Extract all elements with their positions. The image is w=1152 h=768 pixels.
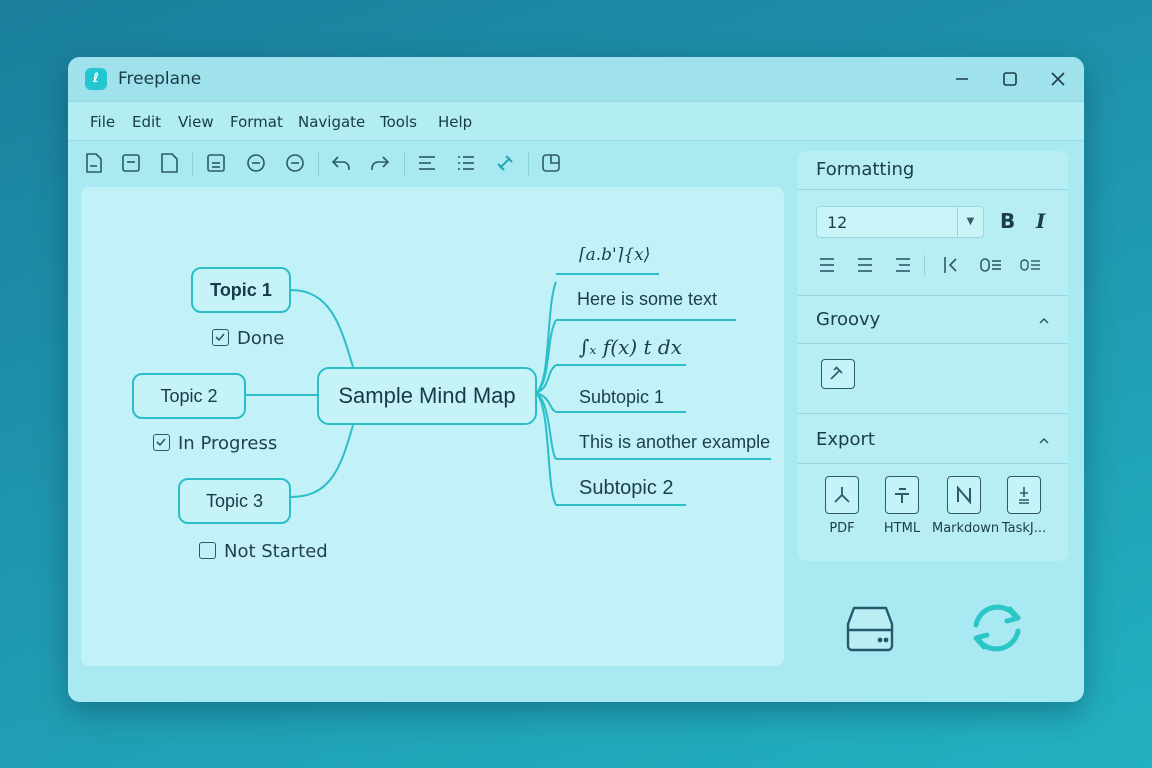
formatting-title: Formatting [816, 159, 915, 180]
formula-node[interactable]: ⌈a.b'⌉{x⟩ [579, 245, 650, 265]
status-not-started: Not Started [199, 541, 328, 562]
minimize-button[interactable] [948, 65, 976, 93]
open-file-icon[interactable] [118, 150, 144, 176]
topic-label: Topic 3 [205, 491, 264, 511]
menu-help[interactable]: Help [438, 113, 472, 131]
export-page-icon[interactable] [538, 150, 564, 176]
topic-node-3[interactable]: Topic 3 [178, 478, 291, 524]
export-label: HTML [883, 521, 921, 536]
groovy-script-button[interactable] [821, 359, 855, 389]
status-done: Done [212, 328, 284, 349]
menu-navigate[interactable]: Navigate [298, 113, 365, 131]
export-markdown-button[interactable]: Markdown [932, 476, 1000, 536]
bold-button[interactable]: B [1000, 209, 1015, 233]
topic-label: Topic 1 [210, 280, 272, 300]
redo-icon[interactable] [367, 150, 393, 176]
subtopic-node-1[interactable]: Subtopic 1 [579, 387, 664, 408]
italic-button[interactable]: I [1036, 209, 1045, 233]
menu-bar: File Edit View Format Navigate Tools Hel… [68, 101, 1084, 141]
window-title: Freeplane [118, 69, 202, 89]
close-button[interactable] [1044, 65, 1072, 93]
menu-tools[interactable]: Tools [380, 113, 417, 131]
mind-map-canvas[interactable]: Sample Mind Map Topic 1 Done Topic 2 In … [81, 187, 784, 666]
undo-icon[interactable] [328, 150, 354, 176]
chevron-up-icon[interactable] [1036, 433, 1052, 449]
menu-edit[interactable]: Edit [132, 113, 161, 131]
storage-drive-icon[interactable] [840, 602, 900, 656]
new-file-icon[interactable] [81, 150, 107, 176]
export-label: Markdown [932, 521, 1000, 536]
align-left-icon[interactable] [814, 252, 840, 278]
title-bar: ℓ Freeplane [68, 57, 1084, 101]
menu-file[interactable]: File [90, 113, 115, 131]
export-taskjuggler-button[interactable]: TaskJ... [992, 476, 1056, 536]
script-icon [830, 366, 843, 380]
central-node[interactable]: Sample Mind Map [317, 367, 537, 425]
markdown-icon [947, 476, 981, 514]
align-right-icon[interactable] [890, 252, 916, 278]
chevron-down-icon[interactable]: ▼ [957, 207, 983, 237]
checkbox-checked-icon[interactable] [153, 434, 170, 451]
export-html-button[interactable]: HTML [870, 476, 934, 536]
export-label: TaskJ... [1001, 521, 1047, 536]
menu-view[interactable]: View [178, 113, 214, 131]
taskjuggler-icon [1007, 476, 1041, 514]
align-icon[interactable] [414, 150, 440, 176]
topic-label: Topic 2 [160, 386, 218, 406]
toolbar [68, 142, 798, 184]
outdent-icon[interactable] [938, 252, 964, 278]
groovy-title: Groovy [816, 309, 881, 330]
insert-node-icon[interactable] [203, 150, 229, 176]
checkbox-empty-icon[interactable] [199, 542, 216, 559]
properties-panel: Formatting 12 ▼ B I Groovy Export PDF HT… [798, 151, 1068, 561]
chevron-up-icon[interactable] [1036, 313, 1052, 329]
numbered-list-icon[interactable] [978, 252, 1004, 278]
topic-node-2[interactable]: Topic 2 [132, 373, 246, 419]
fold-icon[interactable] [282, 150, 308, 176]
list-icon[interactable] [453, 150, 479, 176]
status-label: Not Started [224, 541, 328, 562]
status-in-progress: In Progress [153, 433, 277, 454]
save-file-icon[interactable] [156, 150, 182, 176]
central-node-label: Sample Mind Map [338, 383, 516, 408]
font-size-value: 12 [827, 213, 848, 232]
maximize-button[interactable] [996, 65, 1024, 93]
export-title: Export [816, 429, 875, 450]
text-node[interactable]: Here is some text [577, 289, 717, 310]
integral-formula-node[interactable]: ∫ₓ f(x) t dx [579, 335, 682, 359]
export-pdf-button[interactable]: PDF [810, 476, 874, 536]
html-icon [885, 476, 919, 514]
connector-lines [246, 281, 557, 506]
sync-icon[interactable] [962, 597, 1032, 659]
align-center-icon[interactable] [852, 252, 878, 278]
app-window: ℓ Freeplane File Edit View Format Naviga… [68, 57, 1084, 702]
example-text-node[interactable]: This is another example [579, 432, 770, 453]
freeplane-logo-icon: ℓ [85, 68, 107, 90]
topic-node-1[interactable]: Topic 1 [191, 267, 291, 313]
export-label: PDF [829, 521, 855, 536]
font-size-select[interactable]: 12 ▼ [816, 206, 984, 238]
numbered-list-alt-icon[interactable] [1018, 252, 1044, 278]
status-label: In Progress [178, 433, 278, 454]
status-label: Done [237, 328, 285, 349]
subtopic-node-2[interactable]: Subtopic 2 [579, 477, 674, 500]
checkbox-checked-icon[interactable] [212, 329, 229, 346]
pdf-icon [825, 476, 859, 514]
menu-format[interactable]: Format [230, 113, 283, 131]
link-icon[interactable] [492, 150, 518, 176]
collapse-icon[interactable] [243, 150, 269, 176]
